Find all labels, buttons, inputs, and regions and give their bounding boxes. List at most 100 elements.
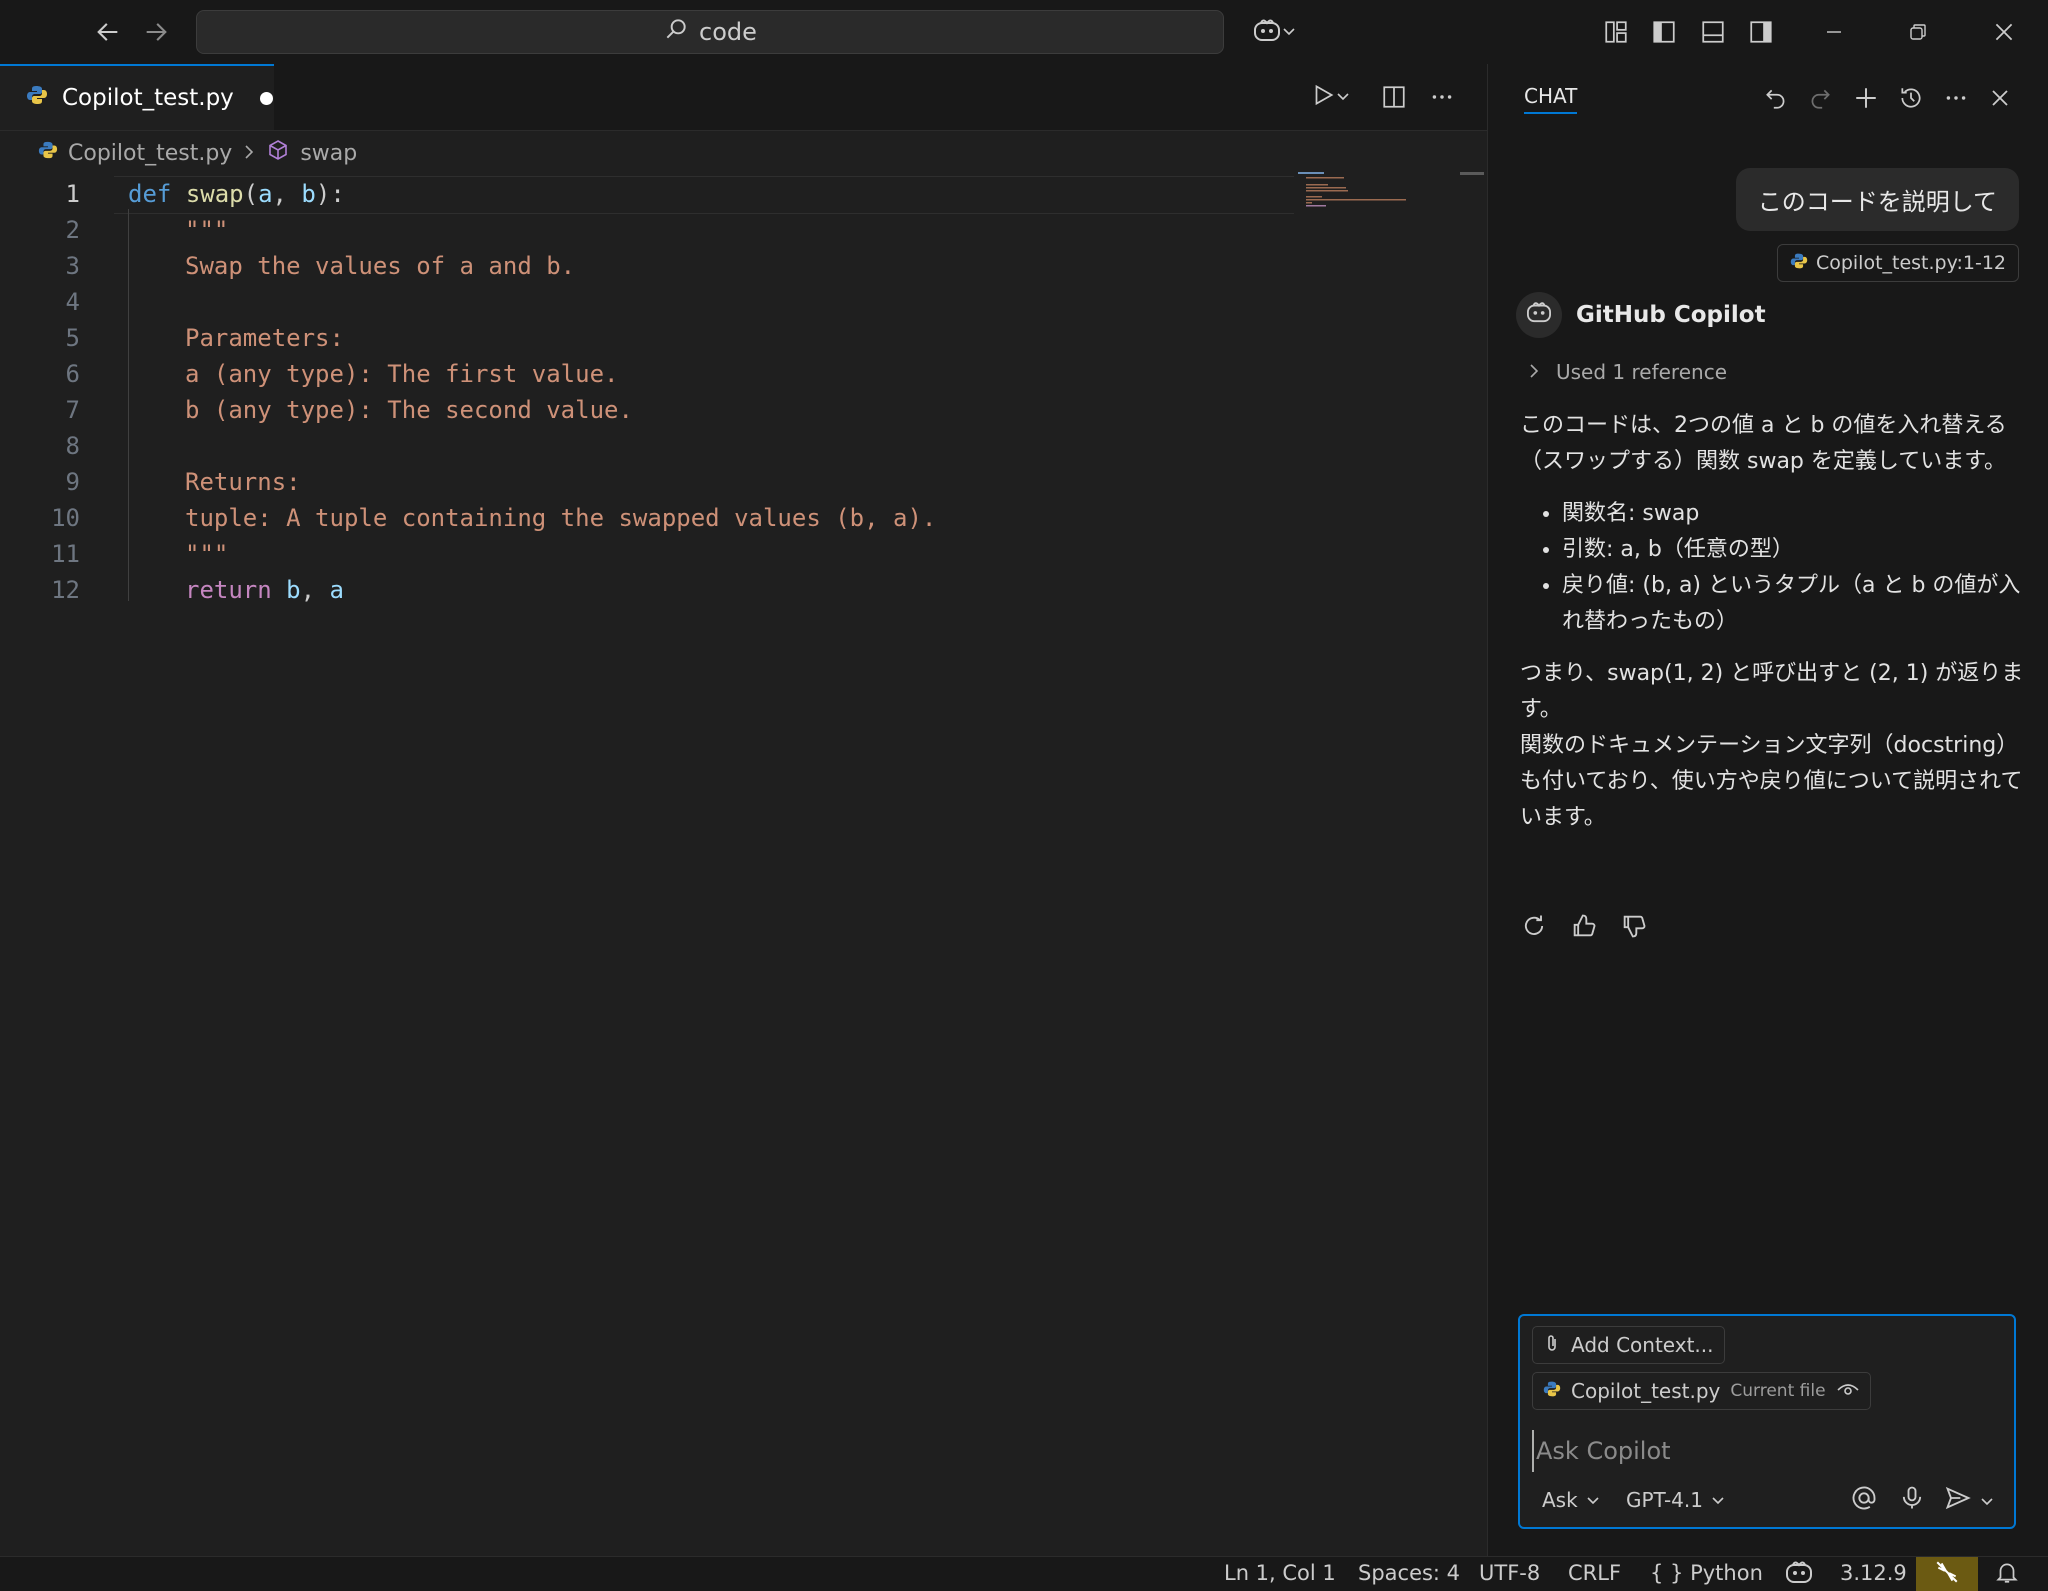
indentation[interactable]: Spaces: 4 [1358, 1561, 1460, 1585]
toggle-secondary-sidebar-icon[interactable] [1741, 12, 1781, 52]
line-ending[interactable]: CRLF [1568, 1561, 1621, 1585]
response-outro: つまり、swap(1, 2) と呼び出すと (2, 1) が返ります。 [1520, 661, 2024, 722]
line-number: 10 [51, 504, 80, 532]
chat-input-box: Add Context... Copilot_test.py Current f… [1518, 1314, 2016, 1529]
tab-label: Copilot_test.py [62, 85, 234, 111]
code-text: tuple: A tuple containing the swapped va… [185, 504, 937, 532]
more-actions-icon[interactable] [1422, 77, 1462, 117]
code-line: 9 Returns: [0, 464, 1300, 500]
reference-chip[interactable]: Copilot_test.py:1-12 [1776, 244, 2019, 282]
restore-icon[interactable] [1898, 12, 1938, 52]
keyword-return: return [185, 576, 272, 604]
cursor-position[interactable]: Ln 1, Col 1 [1224, 1561, 1336, 1585]
unsaved-dot-icon[interactable] [259, 91, 273, 105]
line-number: 11 [51, 540, 80, 568]
line-number: 1 [65, 180, 80, 208]
scrollbar-thumb[interactable] [1460, 172, 1484, 175]
avatar [1516, 292, 1562, 338]
code-text: Swap the values of a and b. [185, 252, 576, 280]
paperclip-icon [1543, 1333, 1561, 1358]
split-editor-icon[interactable] [1374, 77, 1414, 117]
thumbs-down-icon[interactable] [1620, 912, 1648, 944]
breadcrumb-file[interactable]: Copilot_test.py [68, 141, 232, 166]
minimap[interactable] [1298, 172, 1408, 232]
new-chat-icon[interactable] [1850, 82, 1882, 114]
line-number: 4 [65, 288, 80, 316]
language-label: Python [1690, 1561, 1763, 1585]
add-context-label: Add Context... [1571, 1333, 1714, 1357]
code-line: 5 Parameters: [0, 320, 1300, 356]
add-context-button[interactable]: Add Context... [1532, 1326, 1725, 1364]
retry-icon[interactable] [1520, 912, 1548, 944]
function-name: swap [185, 180, 244, 208]
minimize-icon[interactable] [1814, 12, 1854, 52]
reference-label: Copilot_test.py:1-12 [1815, 252, 2006, 274]
mode-dropdown[interactable]: Ask [1542, 1488, 1600, 1512]
response-outro: 関数のドキュメンテーション文字列（docstring）も付いており、使い方や戻り… [1520, 733, 2023, 830]
code-editor[interactable]: 1 def swap(a, b): 2 """ 3 Swap the value… [0, 176, 1487, 1556]
microphone-icon[interactable] [1898, 1484, 1926, 1512]
code-line: 1 def swap(a, b): [0, 176, 1300, 212]
indent-guide [128, 209, 129, 601]
history-icon[interactable] [1895, 82, 1927, 114]
command-center-search[interactable]: code [196, 10, 1224, 54]
ask-copilot-input[interactable] [1532, 1430, 1998, 1472]
line-number: 2 [65, 216, 80, 244]
toggle-panel-icon[interactable] [1693, 12, 1733, 52]
bell-icon[interactable] [1994, 1559, 2020, 1590]
code-line: 10 tuple: A tuple containing the swapped… [0, 500, 1300, 536]
search-icon [663, 16, 689, 48]
model-dropdown[interactable]: GPT-4.1 [1626, 1488, 1725, 1512]
keyword-def: def [128, 180, 172, 208]
code-line: 7 b (any type): The second value. [0, 392, 1300, 428]
tab-copilot-test-py[interactable]: Copilot_test.py [0, 64, 274, 130]
list-item: 戻り値: (b, a) というタプル（a と b の値が入れ替わったもの） [1562, 568, 2025, 640]
code-line: 12 return b, a [0, 572, 1300, 608]
code-line: 4 [0, 284, 1300, 320]
undo-icon[interactable] [1760, 82, 1792, 114]
code-text: """ [185, 540, 229, 568]
chevron-down-icon [1282, 23, 1296, 42]
var-b: b [286, 576, 301, 604]
response-intro: このコードは、2つの値 a と b の値を入れ替える（スワップする）関数 swa… [1520, 413, 2007, 474]
arrow-right-icon[interactable] [136, 12, 176, 52]
list-item: 関数名: swap [1562, 496, 2025, 532]
breadcrumb-symbol[interactable]: swap [300, 141, 357, 166]
eye-icon[interactable] [1836, 1379, 1860, 1403]
thumbs-up-icon[interactable] [1570, 912, 1598, 944]
play-icon [1310, 82, 1336, 112]
python-version[interactable]: 3.12.9 [1840, 1561, 1907, 1585]
used-reference-toggle[interactable]: Used 1 reference [1528, 360, 1727, 384]
toggle-primary-sidebar-icon[interactable] [1644, 12, 1684, 52]
close-icon[interactable] [1984, 12, 2024, 52]
copilot-menu-button[interactable] [1244, 12, 1304, 52]
assistant-header: GitHub Copilot [1516, 292, 1766, 338]
encoding[interactable]: UTF-8 [1479, 1561, 1540, 1585]
status-bar: Ln 1, Col 1 Spaces: 4 UTF-8 CRLF { } Pyt… [0, 1556, 2048, 1591]
current-file-chip[interactable]: Copilot_test.py Current file [1532, 1372, 1871, 1410]
punctuation: ): [315, 180, 345, 208]
redo-icon[interactable] [1804, 82, 1836, 114]
send-button[interactable] [1944, 1484, 1994, 1517]
response-list: 関数名: swap 引数: a, b（任意の型） 戻り値: (b, a) という… [1520, 496, 2025, 640]
arrow-left-icon[interactable] [88, 12, 128, 52]
mention-icon[interactable] [1850, 1484, 1878, 1512]
close-icon[interactable] [1984, 82, 2016, 114]
no-connection-indicator[interactable] [1916, 1557, 1978, 1591]
breadcrumb: Copilot_test.py swap [0, 130, 1487, 176]
code-line: 11 """ [0, 536, 1300, 572]
chat-panel: CHAT このコードを説明して Copilot_test.py:1-12 Git… [1487, 64, 2048, 1556]
copilot-icon[interactable] [1784, 1559, 1814, 1590]
more-actions-icon[interactable] [1940, 82, 1972, 114]
code-text: """ [185, 216, 229, 244]
user-message: このコードを説明して [1735, 168, 2019, 231]
param-a: a [258, 180, 273, 208]
language-mode[interactable]: { } Python [1650, 1561, 1763, 1585]
python-file-icon [38, 140, 58, 166]
line-number: 6 [65, 360, 80, 388]
line-number: 12 [51, 576, 80, 604]
chat-title[interactable]: CHAT [1524, 84, 1578, 114]
layout-customize-icon[interactable] [1596, 12, 1636, 52]
run-button[interactable] [1300, 77, 1360, 117]
title-bar: code [0, 0, 2048, 65]
